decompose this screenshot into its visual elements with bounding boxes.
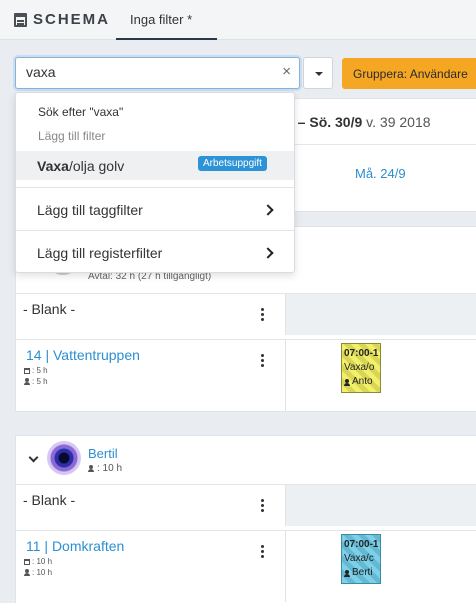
user-icon xyxy=(24,569,30,576)
brand[interactable]: SCHEMA xyxy=(14,11,110,28)
schedule-cell[interactable] xyxy=(285,294,476,335)
user-name[interactable]: Bertil xyxy=(88,446,118,461)
stat-value: : 10 h xyxy=(32,557,53,566)
kebab-menu-icon[interactable] xyxy=(261,545,265,560)
group-link[interactable]: 14 | Vattentruppen xyxy=(26,347,140,363)
user-icon xyxy=(344,378,350,386)
search-box[interactable]: × xyxy=(15,57,300,89)
shift-person: Anto xyxy=(344,375,380,389)
tab-filter[interactable]: Inga filter * xyxy=(116,0,217,40)
kebab-menu-icon[interactable] xyxy=(261,308,265,323)
add-filter-heading: Lägg till filter xyxy=(38,129,106,143)
kebab-menu-icon[interactable] xyxy=(261,354,265,369)
filter-option-label: Vaxa/olja golv xyxy=(37,158,124,174)
brand-title: SCHEMA xyxy=(33,11,111,28)
blank-label: - Blank - xyxy=(23,301,76,317)
divider xyxy=(16,187,294,188)
stat-value: : 10 h xyxy=(32,568,53,577)
group-by-button[interactable]: Gruppera: Användare xyxy=(342,58,476,89)
user-hours: : 10 h xyxy=(88,463,122,474)
shift-task: Vaxa/o xyxy=(344,362,375,373)
week-range-number: v. 39 2018 xyxy=(366,114,431,130)
chevron-right-icon xyxy=(262,204,274,216)
match-rest: /olja golv xyxy=(68,158,125,174)
user-icon xyxy=(24,378,30,385)
search-dropdown-button[interactable] xyxy=(303,57,333,89)
shift-time: 07:00-1 xyxy=(344,348,379,359)
group-row: 11 | Domkraften : 10 h : 10 h 07:00-1 Va… xyxy=(16,530,476,602)
divider xyxy=(16,230,294,231)
chevron-right-icon xyxy=(262,247,274,259)
stat-assigned: : 10 h xyxy=(24,568,52,577)
stat-value: : 5 h xyxy=(32,377,48,386)
user-icon xyxy=(88,465,94,472)
calendar-icon xyxy=(24,367,30,374)
add-tag-filter[interactable]: Lägg till taggfilter xyxy=(37,202,143,218)
clear-icon[interactable]: × xyxy=(282,63,291,80)
shift-person: Berti xyxy=(344,566,380,580)
group-link[interactable]: 11 | Domkraften xyxy=(26,538,124,554)
group-row: 14 | Vattentruppen : 5 h : 5 h 07:00-1 V… xyxy=(16,339,476,411)
schedule-cell[interactable] xyxy=(285,485,476,526)
match-highlight: Vaxa xyxy=(37,158,69,174)
day-link-monday[interactable]: Må. 24/9 xyxy=(355,166,406,181)
user-icon xyxy=(344,569,350,577)
shift-person-name: Anto xyxy=(352,376,373,387)
shift-block[interactable]: 07:00-1 Vaxa/o Anto xyxy=(341,343,381,393)
caret-down-icon xyxy=(315,72,323,76)
stat-value: : 5 h xyxy=(32,366,48,375)
divider xyxy=(285,340,286,411)
kebab-menu-icon[interactable] xyxy=(261,499,265,514)
user-hours-value: : 10 h xyxy=(97,463,123,474)
search-input[interactable] xyxy=(26,64,266,80)
week-range-dates: 9 – Sö. 30/9 xyxy=(286,114,363,130)
week-range: 9 – Sö. 30/9 v. 39 2018 xyxy=(286,114,431,130)
blank-row: - Blank - xyxy=(16,293,476,335)
blank-label: - Blank - xyxy=(23,492,76,508)
shift-block[interactable]: 07:00-1 Vaxa/c Berti xyxy=(341,534,381,584)
shift-person-name: Berti xyxy=(352,567,373,578)
top-nav: SCHEMA Inga filter * xyxy=(0,0,476,40)
stat-assigned: : 5 h xyxy=(24,377,48,386)
stat-scheduled: : 10 h xyxy=(24,557,52,566)
shift-task: Vaxa/c xyxy=(344,553,374,564)
calendar-icon xyxy=(14,12,27,27)
add-register-filter[interactable]: Lägg till registerfilter xyxy=(37,245,162,261)
search-suggestion[interactable]: Sök efter "vaxa" xyxy=(38,105,123,119)
filter-option-task[interactable]: Vaxa/olja golv Arbetsuppgift xyxy=(16,151,294,180)
search-dropdown: Sök efter "vaxa" Lägg till filter Vaxa/o… xyxy=(15,92,295,273)
avatar[interactable] xyxy=(47,441,81,475)
type-badge: Arbetsuppgift xyxy=(198,156,267,171)
stat-scheduled: : 5 h xyxy=(24,366,48,375)
calendar-icon xyxy=(24,558,30,565)
blank-row: - Blank - xyxy=(16,484,476,526)
shift-time: 07:00-1 xyxy=(344,539,379,550)
divider xyxy=(285,531,286,602)
chevron-down-icon[interactable] xyxy=(28,452,39,463)
user-panel: Bertil : 10 h - Blank - 11 | Domkraften … xyxy=(15,435,476,603)
